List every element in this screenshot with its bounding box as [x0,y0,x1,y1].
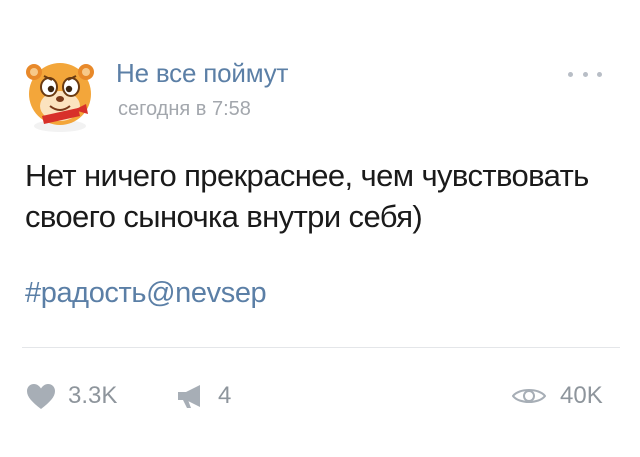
post-timestamp[interactable]: сегодня в 7:58 [118,98,251,121]
like-count: 3.3K [68,382,118,409]
more-dot [568,71,573,77]
divider [22,347,620,348]
hashtag-link[interactable]: #радость@nevsep [25,277,267,310]
views-count: 40K [560,382,603,409]
post-text: Нет ничего прекраснее, чем чувствовать с… [25,155,625,237]
heart-icon [27,383,55,409]
avatar[interactable] [20,54,100,134]
views-counter: 40K [512,376,603,416]
share-button[interactable]: 4 [176,376,231,416]
megaphone-icon [178,385,200,408]
author-name[interactable]: Не все поймут [116,58,288,89]
post-text-line: Нет ничего прекраснее, чем чувствовать [25,158,589,193]
like-button[interactable]: 3.3K [26,376,117,416]
more-options-button[interactable] [568,66,602,82]
post-text-line: своего сыночка внутри себя) [25,199,423,234]
more-dot [597,71,602,77]
share-count: 4 [218,382,232,409]
wall-post: Не все поймут сегодня в 7:58 Нет ничего … [0,0,640,457]
hamster-avatar-icon [26,63,94,132]
eye-icon [512,389,546,403]
more-dot [582,71,588,77]
